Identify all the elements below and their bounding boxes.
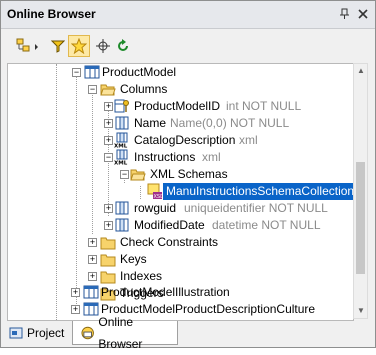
window-title: Online Browser [7,7,96,21]
tree-label: ProductModelID [134,99,221,113]
folder-icon [100,254,116,267]
tree-label: Check Constraints [120,235,219,249]
tree-label: Keys [120,252,147,266]
vertical-scrollbar[interactable]: ▲ ▼ [353,63,368,319]
svg-text:XML: XML [114,144,128,149]
tree-label: Name [134,116,167,130]
expand-toggle[interactable]: + [88,255,97,264]
scroll-up-arrow-icon[interactable]: ▲ [357,66,365,75]
refresh-icon [118,39,128,51]
tab-online-browser[interactable]: Online Browser [72,315,178,351]
table-icon [83,285,99,299]
tab-project[interactable]: Project [9,321,69,345]
close-icon[interactable] [357,8,369,20]
tree-row-schema-collection[interactable]: XSD ManuInstructionsSchemaCollection [8,183,353,200]
tree-row-productmodel[interactable]: − ProductModel [8,64,353,81]
tree-label: rowguid [134,201,177,215]
tree-label: ProductModelIllustration [101,285,230,299]
tree-label: CatalogDescription [134,133,236,147]
scroll-down-arrow-icon[interactable]: ▼ [357,306,365,315]
folder-icon [100,237,116,250]
filter-button[interactable] [48,36,68,56]
tree-label: ProductModel [102,65,177,79]
column-type: uniqueidentifier NOT NULL [184,201,328,215]
column-type: int NOT NULL [226,99,302,113]
tree-row-name[interactable]: + Name Name(0,0) NOT NULL [8,115,353,132]
tree-label: ModifiedDate [134,218,205,232]
table-icon [84,65,100,79]
tree-row-keys[interactable]: + Keys [8,251,353,268]
title-bar: Online Browser [1,1,375,29]
project-icon [9,327,23,339]
tree-label: Indexes [120,269,163,283]
tree-row-productmodelid[interactable]: + ProductModelID int NOT NULL [8,98,353,115]
xml-column-icon: XML [114,132,128,149]
locate-button[interactable] [93,36,113,56]
column-type: xml [239,133,258,147]
column-icon [115,116,129,130]
refresh-button[interactable] [113,36,133,56]
svg-text:XML: XML [114,161,128,166]
column-type: xml [202,150,221,164]
tree-label: Columns [120,82,168,96]
favorites-icon [71,38,87,54]
xml-schema-icon: XSD [147,183,163,199]
expand-toggle[interactable]: + [71,288,80,297]
layout-button[interactable] [15,36,43,56]
layout-icon [16,38,38,52]
tree-row-productmodelillustration[interactable]: + ProductModelIllustration [7,284,352,301]
filter-icon [51,40,65,53]
pin-icon[interactable] [339,8,351,20]
expand-toggle[interactable]: + [104,136,113,145]
object-tree[interactable]: − ProductModel − Columns + ProductModelI… [7,63,354,321]
online-browser-icon [81,326,94,339]
tree-label: XML Schemas [150,167,228,181]
collapse-toggle[interactable]: − [88,85,97,94]
folder-open-icon [130,169,146,181]
collapse-toggle[interactable]: − [72,68,81,77]
expand-toggle[interactable]: + [104,204,113,213]
collapse-toggle[interactable]: − [104,153,113,162]
expand-toggle[interactable]: + [104,119,113,128]
collapse-toggle[interactable]: − [120,170,129,179]
tree-row-modifieddate[interactable]: + ModifiedDate datetime NOT NULL [8,217,353,234]
tree-row-instructions[interactable]: − XML Instructions xml [8,149,353,166]
column-type: Name(0,0) NOT NULL [170,116,290,130]
expand-toggle[interactable]: + [71,305,80,314]
locate-icon [96,39,110,53]
svg-text:XSD: XSD [154,194,163,199]
key-column-icon [114,99,129,113]
scrollbar-thumb[interactable] [356,162,365,274]
expand-toggle[interactable]: + [88,272,97,281]
column-icon [115,201,129,215]
tree-row-columns[interactable]: − Columns [8,81,353,98]
tree-row-productmodelproductdescriptionculture[interactable]: + ProductModelProductDescriptionCulture [7,301,352,318]
expand-toggle[interactable]: + [104,102,113,111]
tab-label: Project [27,326,65,340]
toolbar [1,29,375,63]
tab-bar: Project Online Browser [1,315,375,351]
favorites-button[interactable] [68,35,90,57]
column-icon [115,218,129,232]
tree-label-selected: ManuInstructionsSchemaCollection [163,183,353,200]
expand-toggle[interactable]: + [104,221,113,230]
tree-row-xml-schemas[interactable]: − XML Schemas [8,166,353,183]
tree-row-catalogdescription[interactable]: + XML CatalogDescription xml [8,132,353,149]
column-type: datetime NOT NULL [212,218,321,232]
xml-column-icon: XML [114,149,128,166]
tree-row-rowguid[interactable]: + rowguid uniqueidentifier NOT NULL [8,200,353,217]
tree-row-indexes[interactable]: + Indexes [8,268,353,285]
expand-toggle[interactable]: + [88,238,97,247]
tree-row-check-constraints[interactable]: + Check Constraints [8,234,353,251]
folder-open-icon [100,84,116,96]
folder-icon [100,271,116,284]
tree-label: Instructions [134,150,196,164]
online-browser-window: Online Browser − ProductModel − Columns … [0,0,376,351]
table-icon [83,302,99,316]
